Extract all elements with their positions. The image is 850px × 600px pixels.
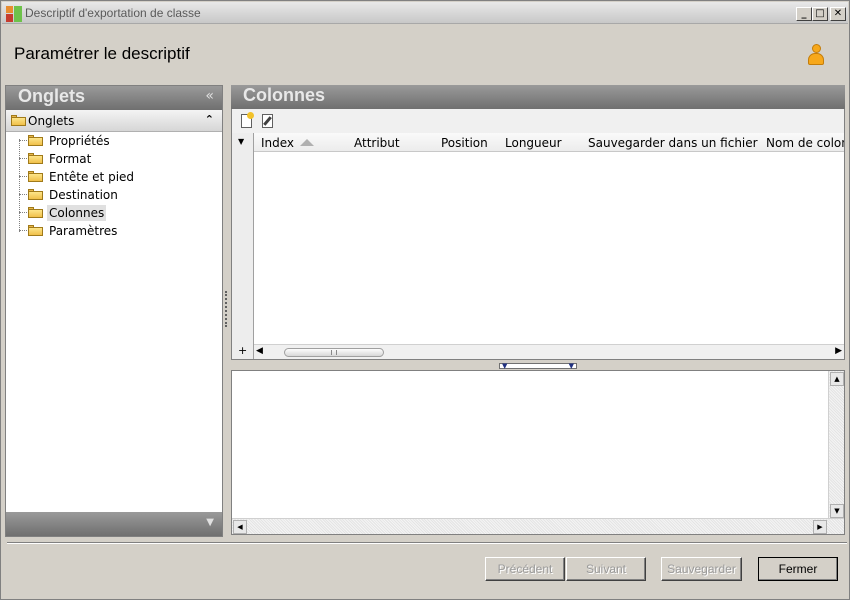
footer-separator	[7, 542, 847, 544]
tree-item-label: Paramètres	[49, 224, 118, 238]
tabs-pane-title: Onglets	[18, 86, 86, 106]
folder-icon	[28, 171, 43, 182]
tabs-group-header[interactable]: Onglets ⌃	[6, 110, 222, 132]
tree-item-colonnes[interactable]: Colonnes	[19, 204, 219, 222]
column-header-sauvegarder[interactable]: Sauvegarder dans un fichier	[588, 136, 758, 150]
folder-icon	[28, 189, 43, 200]
new-document-icon[interactable]	[239, 112, 255, 129]
tabs-group-label: Onglets	[28, 114, 75, 128]
column-header-position[interactable]: Position	[441, 136, 488, 150]
open-folder-icon	[28, 207, 43, 218]
column-detail-panel: ▲ ▼ ◀ ▶	[231, 371, 845, 535]
splitter-grip[interactable]: ▼ ▼	[499, 362, 577, 370]
tabs-pane-header: Onglets «	[6, 86, 222, 110]
grid-column-headers: Index Attribut Position Longueur Sauvega…	[254, 133, 844, 152]
detail-horizontal-scrollbar[interactable]: ◀ ▶	[232, 518, 844, 534]
folder-icon	[28, 135, 43, 146]
window-title: Descriptif d'exportation de classe	[25, 6, 201, 20]
chevron-down-icon: ▼	[502, 362, 508, 370]
group-collapse-icon[interactable]: ⌃	[205, 113, 214, 126]
tree-item-parametres[interactable]: Paramètres	[19, 222, 219, 240]
column-header-index[interactable]: Index	[261, 136, 294, 150]
save-button[interactable]: Sauvegarder	[661, 557, 742, 581]
columns-pane-header: Colonnes	[231, 85, 845, 109]
chevron-down-icon[interactable]: ▼	[206, 517, 214, 528]
columns-toolbar	[231, 109, 845, 133]
vertical-splitter-grip[interactable]	[225, 291, 228, 327]
user-icon	[807, 44, 825, 66]
grid-horizontal-scrollbar[interactable]: ◀ ▶	[254, 344, 844, 359]
add-row-icon[interactable]: +	[238, 344, 247, 357]
maximize-button[interactable]: □	[812, 7, 828, 21]
row-dropdown-icon[interactable]: ▼	[238, 137, 244, 146]
tree-item-label: Propriétés	[49, 134, 110, 148]
edit-document-icon[interactable]	[260, 113, 276, 129]
scrollbar-thumb[interactable]	[284, 348, 384, 357]
folder-icon	[28, 153, 43, 164]
column-header-longueur[interactable]: Longueur	[505, 136, 562, 150]
minimize-button[interactable]: _	[796, 7, 812, 21]
grid-row-selector: ▼ +	[232, 133, 254, 359]
scroll-down-icon[interactable]: ▼	[830, 504, 844, 518]
tree-item-label: Colonnes	[47, 205, 107, 221]
detail-vertical-scrollbar[interactable]: ▲ ▼	[828, 371, 844, 519]
columns-pane-title: Colonnes	[243, 85, 326, 105]
tree-item-proprietes[interactable]: Propriétés	[19, 132, 219, 150]
folder-icon	[28, 225, 43, 236]
scroll-right-icon[interactable]: ▶	[813, 520, 827, 534]
next-button[interactable]: Suivant	[566, 557, 646, 581]
scroll-up-icon[interactable]: ▲	[830, 372, 844, 386]
scroll-left-icon[interactable]: ◀	[256, 346, 263, 356]
dialog-window: Descriptif d'exportation de classe _ □ ✕…	[0, 0, 850, 600]
previous-button[interactable]: Précédent	[485, 557, 565, 581]
chevron-down-icon: ▼	[568, 362, 574, 370]
tree-item-label: Entête et pied	[49, 170, 135, 184]
scroll-left-icon[interactable]: ◀	[233, 520, 247, 534]
tabs-pane: Onglets « Onglets ⌃ Propriétés Format En…	[5, 85, 223, 537]
tree-item-label: Destination	[49, 188, 118, 202]
tree-item-entete-et-pied[interactable]: Entête et pied	[19, 168, 219, 186]
sort-ascending-icon	[300, 139, 314, 146]
page-title: Paramétrer le descriptif	[14, 44, 190, 63]
column-header-nom-de-colonne[interactable]: Nom de colonne	[766, 136, 844, 150]
folder-icon	[11, 115, 26, 126]
tree-item-format[interactable]: Format	[19, 150, 219, 168]
title-bar: Descriptif d'exportation de classe _ □ ✕	[2, 2, 848, 24]
tree-item-label: Format	[49, 152, 92, 166]
app-icon	[6, 6, 22, 22]
columns-grid: ▼ + Index Attribut Position Longueur Sau…	[231, 133, 845, 360]
close-window-button[interactable]: ✕	[830, 7, 846, 21]
column-header-attribut[interactable]: Attribut	[354, 136, 400, 150]
tree-item-destination[interactable]: Destination	[19, 186, 219, 204]
horizontal-splitter[interactable]: ▼ ▼	[231, 360, 845, 371]
scroll-right-icon[interactable]: ▶	[835, 346, 842, 356]
close-button[interactable]: Fermer	[758, 557, 838, 581]
tabs-pane-footer: ▼	[6, 512, 222, 536]
collapse-pane-icon[interactable]: «	[205, 88, 214, 104]
